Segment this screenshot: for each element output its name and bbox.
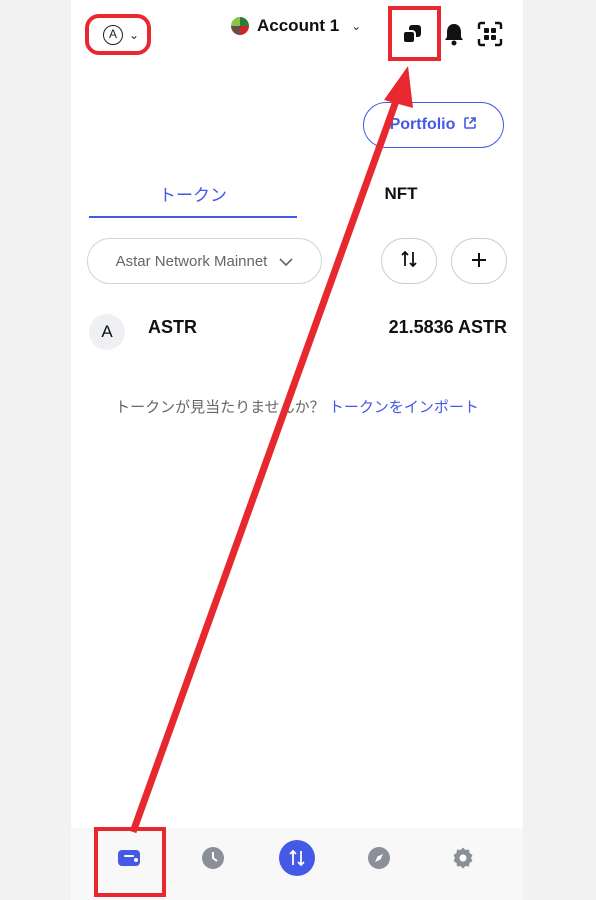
token-icon: A (89, 314, 125, 350)
tab-nft[interactable]: NFT (297, 170, 505, 218)
highlight-copy-icon (388, 6, 441, 61)
account-selector[interactable]: Account 1 ⌄ (231, 14, 361, 38)
external-link-icon (463, 116, 477, 135)
account-avatar (231, 17, 249, 35)
network-filter-value: Astar Network Mainnet (115, 252, 268, 270)
highlight-network-switcher (85, 14, 151, 55)
token-balance: 21.5836 ASTR (388, 317, 507, 337)
scan-icon[interactable] (477, 21, 503, 47)
tab-tokens[interactable]: トークン (89, 170, 297, 218)
account-name: Account 1 (257, 16, 340, 35)
history-icon[interactable] (193, 838, 233, 878)
wallet-screen: A ⌄ Account 1 ⌄ Portfolio トークン NFT Astar… (71, 0, 523, 900)
settings-icon[interactable] (443, 838, 483, 878)
bell-icon[interactable] (441, 21, 467, 47)
portfolio-button[interactable]: Portfolio (363, 102, 504, 148)
chevron-down-icon: ⌄ (351, 19, 362, 33)
import-prompt-text: トークンが見当たりませんか？ (115, 399, 325, 416)
network-filter-select[interactable]: Astar Network Mainnet (87, 238, 322, 284)
import-token-prompt: トークンが見当たりませんか？ トークンをインポート (71, 396, 523, 417)
token-row[interactable]: A ASTR 21.5836 ASTR (87, 310, 507, 350)
portfolio-label: Portfolio (389, 116, 456, 133)
token-symbol: ASTR (148, 317, 197, 337)
swap-icon[interactable] (277, 838, 317, 878)
sort-arrows-icon (400, 250, 418, 273)
explore-icon[interactable] (359, 838, 399, 878)
import-token-link[interactable]: トークンをインポート (329, 399, 479, 416)
highlight-wallet-tab (94, 827, 166, 897)
add-token-button[interactable] (451, 238, 507, 284)
swap-button[interactable] (279, 840, 315, 876)
chevron-down-icon (279, 253, 293, 270)
plus-icon (471, 248, 487, 274)
sort-button[interactable] (381, 238, 437, 284)
